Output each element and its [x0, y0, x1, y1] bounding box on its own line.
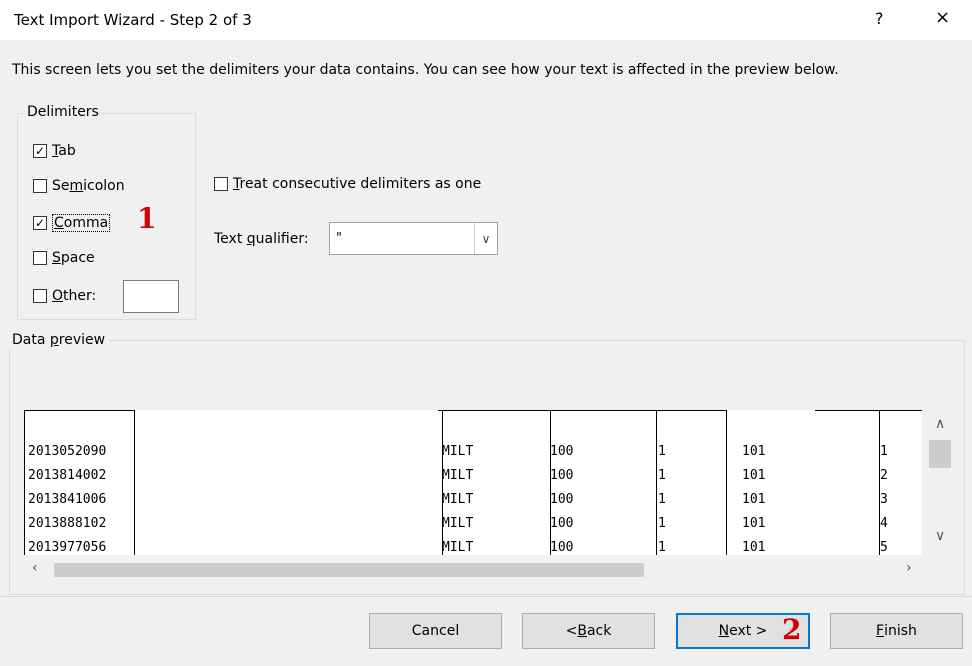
data-preview-legend: Data preview: [9, 332, 109, 348]
annotation-step-2: 2: [782, 613, 802, 646]
chevron-down-icon[interactable]: ∨: [474, 223, 497, 254]
consecutive-check-box[interactable]: [214, 177, 228, 191]
chevron-left-icon[interactable]: ‹: [32, 560, 38, 576]
scrollbar-corner: [922, 555, 961, 584]
close-button[interactable]: ×: [935, 7, 950, 28]
window-title: Text Import Wizard - Step 2 of 3: [14, 11, 252, 29]
other-checkbox[interactable]: Other:: [33, 288, 96, 304]
tab-label: Tab: [52, 143, 76, 159]
wizard-description: This screen lets you set the delimiters …: [12, 62, 839, 78]
semicolon-check-box[interactable]: [33, 179, 47, 193]
help-button[interactable]: ?: [875, 9, 884, 28]
vertical-scrollbar[interactable]: ∧ ∨: [922, 410, 961, 555]
cancel-button[interactable]: Cancel: [369, 613, 502, 649]
semicolon-label: Semicolon: [52, 178, 125, 194]
tab-check-box[interactable]: ✓: [33, 144, 47, 158]
delimiters-legend: Delimiters: [24, 104, 102, 120]
consecutive-delimiters-checkbox[interactable]: Treat consecutive delimiters as one: [214, 176, 481, 192]
other-check-box[interactable]: [33, 289, 47, 303]
space-checkbox[interactable]: Space: [33, 250, 95, 266]
chevron-down-icon[interactable]: ∨: [935, 528, 945, 544]
comma-check-box[interactable]: ✓: [33, 216, 47, 230]
column-divider[interactable]: [656, 410, 657, 555]
chevron-right-icon[interactable]: ›: [906, 560, 912, 576]
text-qualifier-value: ": [336, 231, 342, 246]
data-preview-grid[interactable]: 2013052090 MILT 100 1 101 1 2013814002 M…: [24, 410, 922, 555]
footer-separator: [0, 596, 972, 597]
finish-button[interactable]: Finish: [830, 613, 963, 649]
text-qualifier-select[interactable]: " ∨: [329, 222, 498, 255]
vertical-scroll-thumb[interactable]: [929, 440, 951, 468]
space-label: Space: [52, 250, 95, 266]
tab-checkbox[interactable]: ✓ Tab: [33, 143, 76, 159]
text-qualifier-label: Text qualifier:: [214, 231, 309, 247]
other-label: Other:: [52, 288, 97, 304]
empty-column-area: [135, 410, 438, 555]
chevron-up-icon[interactable]: ∧: [935, 416, 945, 432]
horizontal-scroll-thumb[interactable]: [54, 563, 644, 577]
space-check-box[interactable]: [33, 251, 47, 265]
semicolon-checkbox[interactable]: Semicolon: [33, 178, 125, 194]
back-button[interactable]: < Back: [522, 613, 655, 649]
empty-column-area: [727, 410, 815, 555]
column-divider[interactable]: [24, 410, 25, 555]
other-delimiter-input[interactable]: [123, 280, 179, 313]
consecutive-label: Treat consecutive delimiters as one: [233, 176, 482, 192]
horizontal-scrollbar[interactable]: ‹ ›: [24, 555, 922, 584]
annotation-step-1: 1: [137, 202, 157, 235]
comma-checkbox[interactable]: ✓ Comma: [33, 214, 111, 232]
comma-label: Comma: [52, 214, 111, 232]
